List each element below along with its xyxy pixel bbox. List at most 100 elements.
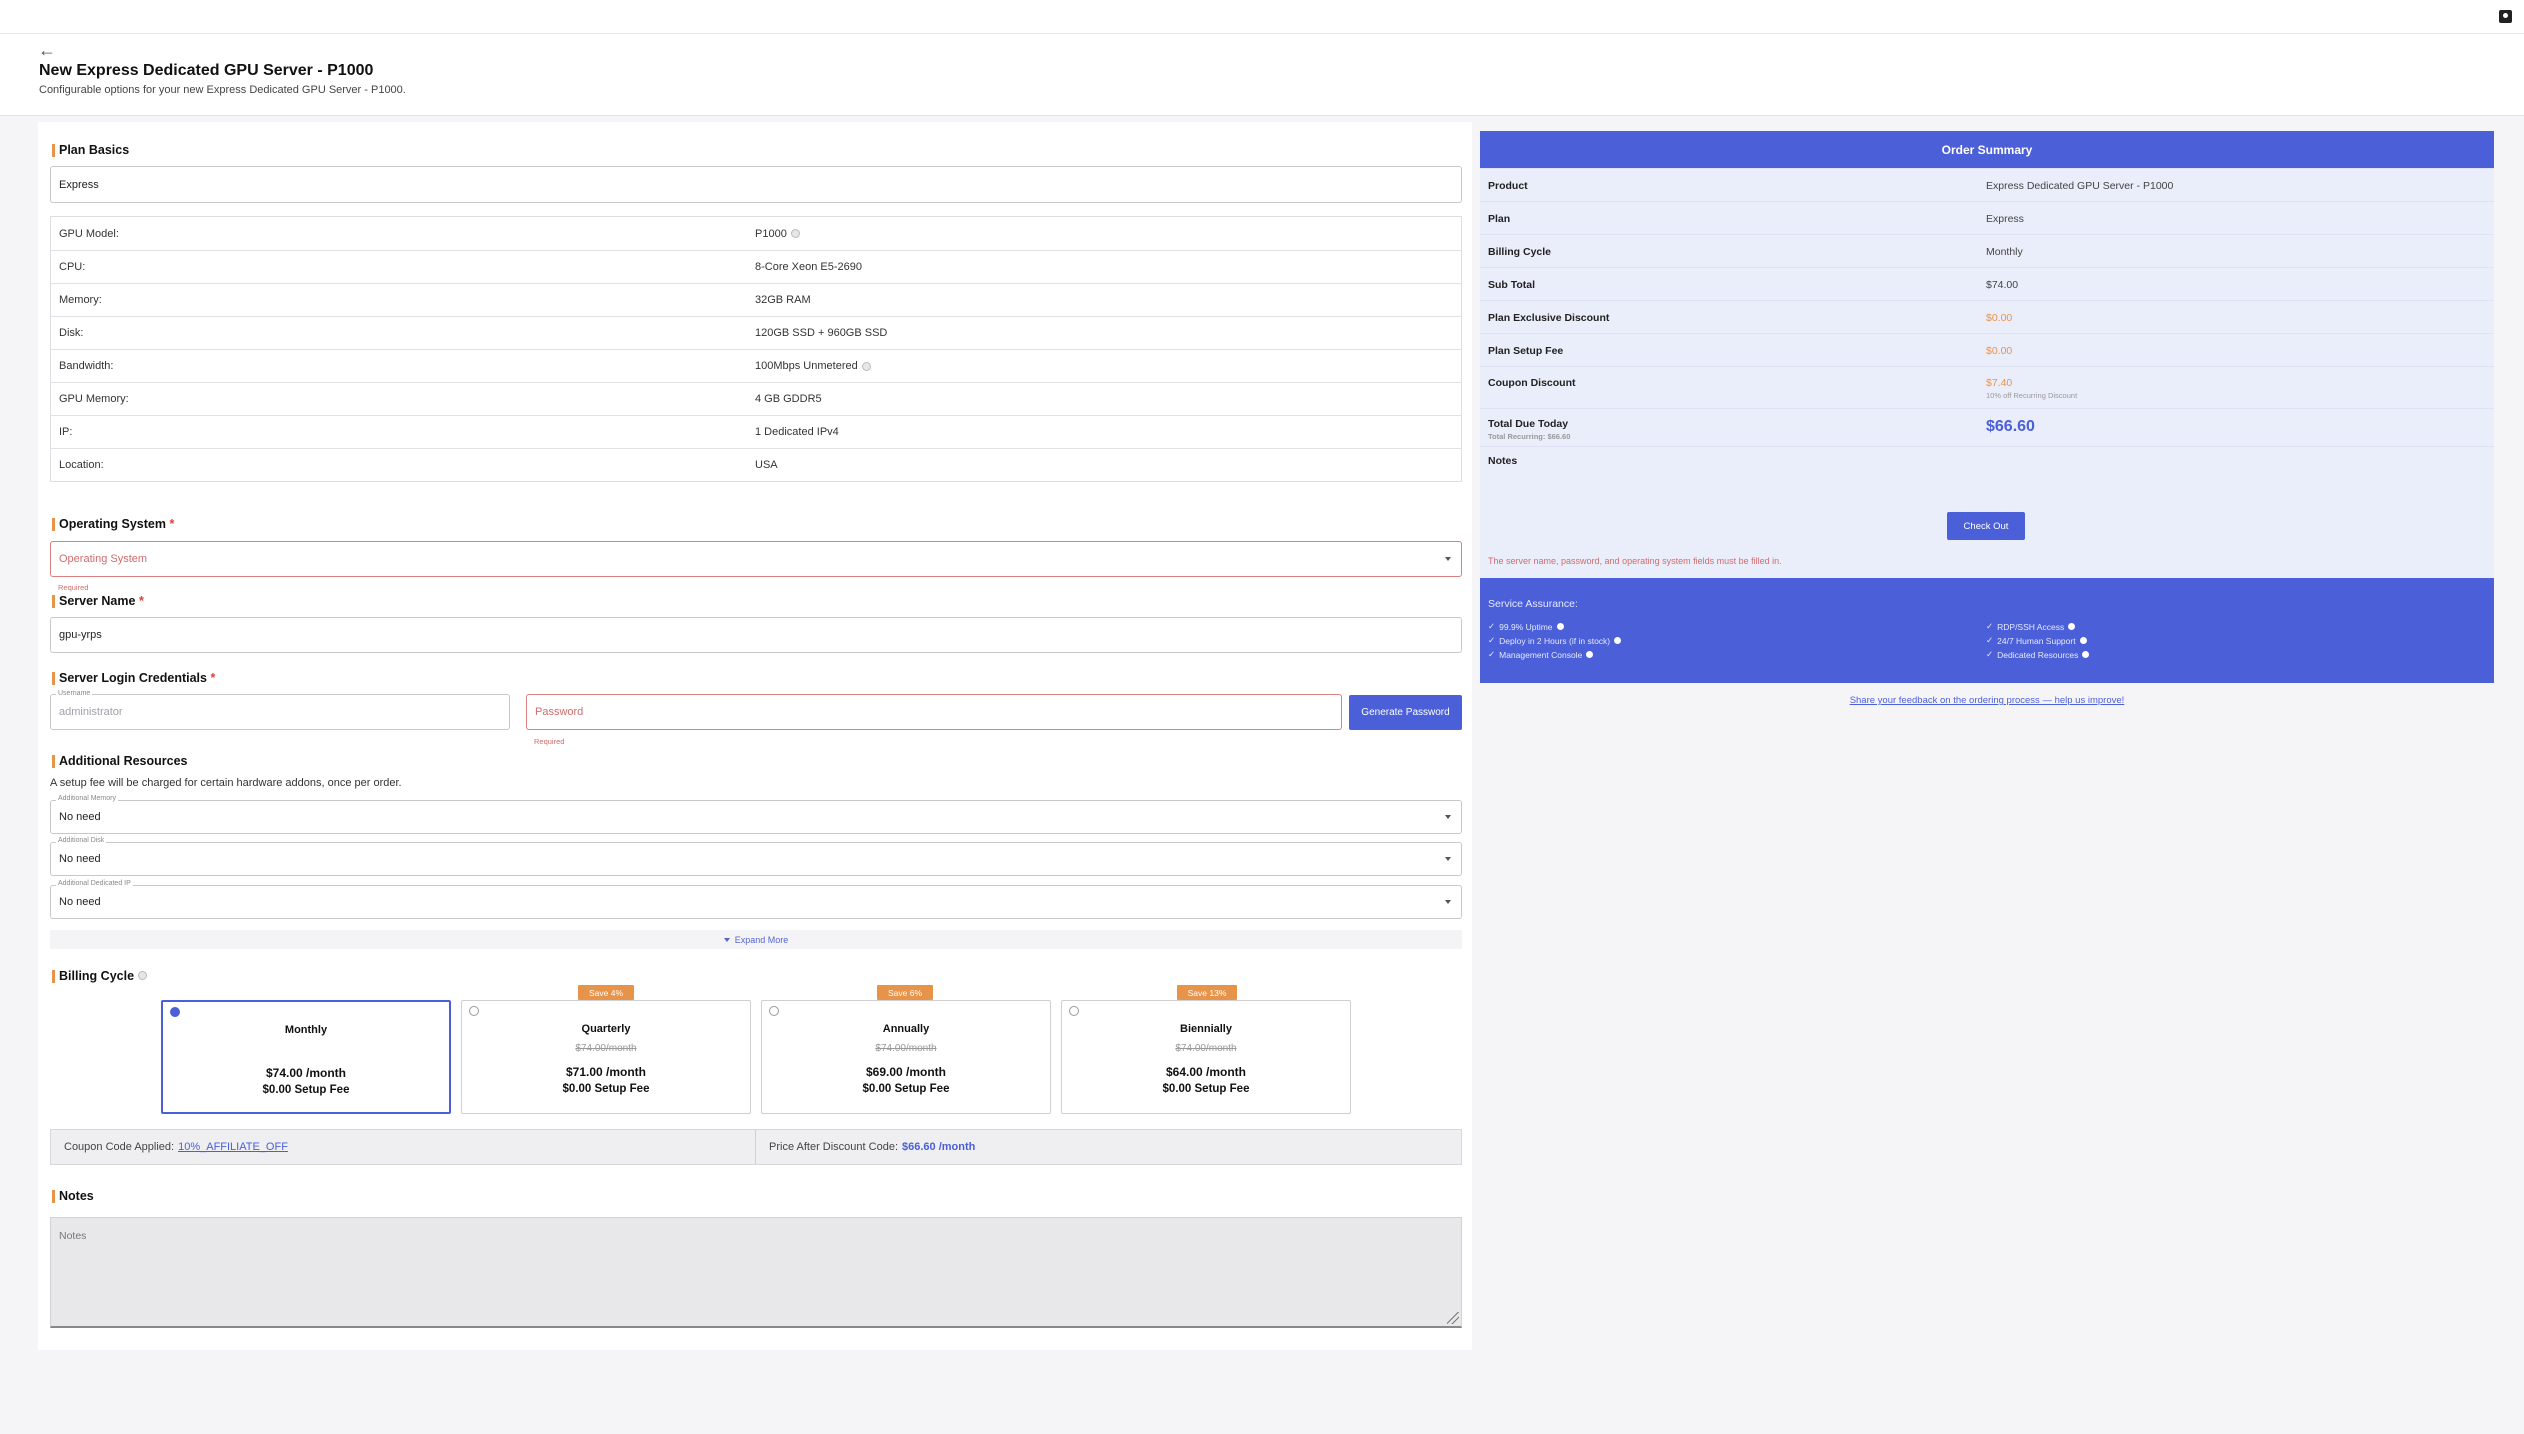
plan-field: Express	[50, 166, 1462, 203]
additional-memory-label: Additional Memory	[56, 795, 118, 802]
cycle-name: Annually	[882, 1023, 930, 1035]
username-input[interactable]: administrator	[50, 694, 510, 730]
radio-button[interactable]	[769, 1006, 779, 1016]
spec-value: P1000	[751, 228, 1461, 240]
info-icon[interactable]	[1556, 623, 1564, 630]
check-icon: ✓	[1488, 635, 1496, 645]
expand-more-button[interactable]: Expand More	[50, 930, 1462, 949]
cycle-name: Biennially	[1180, 1023, 1232, 1035]
resize-handle-icon[interactable]	[1447, 1312, 1459, 1324]
order-summary: Order Summary Product Express Dedicated G…	[1480, 131, 2494, 683]
user-icon[interactable]	[2499, 10, 2512, 23]
check-icon: ✓	[1488, 621, 1496, 631]
info-icon[interactable]	[1614, 637, 1622, 644]
spec-value: 100Mbps Unmetered	[751, 360, 1461, 372]
summary-row-total: Total Due Today Total Recurring: $66.60 …	[1480, 408, 2494, 446]
assurance-item: ✓ 99.9% Uptime	[1488, 621, 1564, 632]
spec-label: IP:	[59, 426, 73, 438]
assurance-item: ✓ RDP/SSH Access	[1986, 621, 2076, 632]
chevron-down-icon	[1445, 815, 1451, 819]
spec-label: Location:	[59, 459, 104, 471]
cycle-price: $74.00 /month	[265, 1066, 347, 1080]
additional-disk-select[interactable]: No need	[50, 842, 1462, 876]
check-icon: ✓	[1986, 649, 1994, 659]
spec-row: Location: USA	[51, 448, 1461, 481]
save-badge: Save 4%	[578, 985, 634, 1000]
server-name-input[interactable]: gpu-yrps	[50, 617, 1462, 653]
cycle-price: $64.00 /month	[1165, 1065, 1247, 1079]
cycle-setup-fee: $0.00 Setup Fee	[862, 1083, 950, 1095]
top-bar	[0, 0, 2524, 34]
password-input[interactable]: Password	[526, 694, 1342, 730]
additional-ip-select[interactable]: No need	[50, 885, 1462, 919]
plan-basics-title: Plan Basics	[52, 144, 129, 157]
summary-row: Sub Total $74.00	[1480, 267, 2494, 300]
summary-row: Plan Setup Fee $0.00	[1480, 333, 2494, 366]
credentials-title: Server Login Credentials *	[52, 672, 215, 685]
generate-password-button[interactable]: Generate Password	[1349, 695, 1462, 730]
info-icon[interactable]	[137, 971, 147, 980]
checkout-button[interactable]: Check Out	[1947, 512, 2025, 540]
assurance-item: ✓ Deploy in 2 Hours (if in stock)	[1488, 635, 1622, 646]
spec-value: 1 Dedicated IPv4	[755, 426, 839, 438]
os-error: Required	[58, 583, 89, 592]
radio-button[interactable]	[469, 1006, 479, 1016]
info-icon[interactable]	[1586, 651, 1594, 658]
summary-row: Product Express Dedicated GPU Server - P1…	[1480, 168, 2494, 201]
cycle-price: $71.00 /month	[565, 1065, 647, 1079]
discounted-price: $66.60 /month	[902, 1141, 976, 1153]
coupon-applied: Coupon Code Applied: 10%_AFFILIATE_OFF	[51, 1130, 756, 1164]
billing-card-quarterly[interactable]: Quarterly $74.00/month $71.00 /month $0.…	[461, 1000, 751, 1114]
cycle-setup-fee: $0.00 Setup Fee	[262, 1084, 350, 1096]
check-icon: ✓	[1488, 649, 1496, 659]
spec-value: USA	[755, 459, 778, 471]
feedback-link[interactable]: Share your feedback on the ordering proc…	[1480, 695, 2494, 706]
summary-row-coupon: Coupon Discount $7.40 10% off Recurring …	[1480, 366, 2494, 408]
info-icon[interactable]	[2068, 623, 2076, 630]
info-icon[interactable]	[2082, 651, 2090, 658]
spec-value: 4 GB GDDR5	[755, 393, 822, 405]
password-error: Required	[534, 737, 565, 746]
page-title: New Express Dedicated GPU Server - P1000	[39, 62, 374, 79]
summary-row: Plan Exclusive Discount $0.00	[1480, 300, 2494, 333]
cycle-setup-fee: $0.00 Setup Fee	[1162, 1083, 1250, 1095]
caret-down-icon	[723, 937, 730, 942]
radio-button[interactable]	[170, 1007, 180, 1017]
spec-label: GPU Memory:	[59, 393, 129, 405]
os-title: Operating System *	[52, 518, 174, 531]
cycle-original-price: $74.00/month	[575, 1043, 637, 1054]
coupon-bar: Coupon Code Applied: 10%_AFFILIATE_OFF P…	[50, 1129, 1462, 1165]
username-label: Username	[56, 690, 93, 697]
assurance-item: ✓ 24/7 Human Support	[1986, 635, 2087, 646]
cycle-name: Monthly	[284, 1024, 328, 1036]
radio-button[interactable]	[1069, 1006, 1079, 1016]
page-header: ← New Express Dedicated GPU Server - P10…	[0, 34, 2524, 116]
summary-row: Billing Cycle Monthly	[1480, 234, 2494, 267]
additional-memory-select[interactable]: No need	[50, 800, 1462, 834]
summary-row-notes: Notes	[1480, 446, 2494, 476]
resources-note: A setup fee will be charged for certain …	[50, 777, 402, 789]
info-icon[interactable]	[861, 361, 871, 371]
coupon-code-link[interactable]: 10%_AFFILIATE_OFF	[178, 1141, 288, 1153]
spec-label: Bandwidth:	[59, 360, 114, 372]
validation-warning: The server name, password, and operating…	[1488, 556, 1782, 566]
cycle-original-price: $74.00/month	[875, 1043, 937, 1054]
save-badge: Save 13%	[1177, 985, 1237, 1000]
spec-row: Disk: 120GB SSD + 960GB SSD	[51, 316, 1461, 349]
billing-title: Billing Cycle	[52, 970, 147, 983]
billing-card-monthly[interactable]: Monthly $74.00 /month $0.00 Setup Fee	[161, 1000, 451, 1114]
spec-row: CPU: 8-Core Xeon E5-2690	[51, 250, 1461, 283]
info-icon[interactable]	[2079, 637, 2087, 644]
spec-label: CPU:	[59, 261, 86, 273]
os-select[interactable]: Operating System	[50, 541, 1462, 577]
billing-card-biennially[interactable]: Biennially $74.00/month $64.00 /month $0…	[1061, 1000, 1351, 1114]
cycle-original-price: $74.00/month	[1175, 1043, 1237, 1054]
billing-card-annually[interactable]: Annually $74.00/month $69.00 /month $0.0…	[761, 1000, 1051, 1114]
notes-textarea[interactable]: Notes	[50, 1217, 1462, 1328]
spec-row: Bandwidth: 100Mbps Unmetered	[51, 349, 1461, 382]
additional-disk-label: Additional Disk	[56, 837, 107, 844]
arrow-left-icon[interactable]: ←	[38, 41, 56, 59]
chevron-down-icon	[1445, 557, 1451, 561]
info-icon[interactable]	[790, 229, 800, 238]
chevron-down-icon	[1445, 900, 1451, 904]
